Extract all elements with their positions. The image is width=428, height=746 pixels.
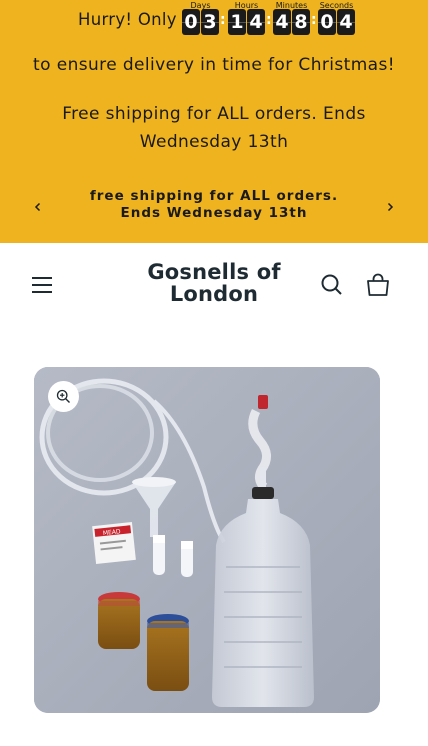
countdown-digit: 1 bbox=[228, 9, 246, 35]
countdown-digit: 4 bbox=[273, 9, 291, 35]
site-header: Gosnells of London bbox=[0, 243, 428, 325]
hamburger-menu-icon bbox=[32, 277, 52, 293]
product-photo: MEAD bbox=[34, 367, 380, 713]
hurry-text: Hurry! Only bbox=[78, 10, 177, 29]
product-image[interactable]: MEAD bbox=[34, 367, 380, 713]
countdown-separator: : bbox=[266, 12, 272, 28]
announcement-bar: free shipping for ALL orders. Ends Wedne… bbox=[0, 183, 428, 229]
announcement-prev-button[interactable] bbox=[28, 197, 48, 217]
promo-banner: Hurry! Only Days 0 3 : Hours 1 4 : Minut… bbox=[0, 0, 428, 243]
countdown-hours: Hours 1 4 bbox=[228, 0, 265, 36]
countdown-digit: 4 bbox=[337, 9, 355, 35]
countdown-days: Days 0 3 bbox=[182, 0, 219, 36]
cart-button[interactable] bbox=[364, 271, 392, 299]
menu-button[interactable] bbox=[28, 271, 56, 299]
search-button[interactable] bbox=[318, 271, 346, 299]
countdown-digit: 0 bbox=[318, 9, 336, 35]
countdown-digit: 0 bbox=[182, 9, 200, 35]
announcement-next-button[interactable] bbox=[380, 197, 400, 217]
countdown-minutes: Minutes 4 8 bbox=[273, 0, 310, 36]
chevron-left-icon bbox=[34, 202, 41, 212]
cart-icon bbox=[367, 273, 389, 296]
countdown-separator: : bbox=[311, 12, 317, 28]
site-logo[interactable]: Gosnells of London bbox=[124, 261, 304, 305]
zoom-in-icon bbox=[56, 389, 70, 403]
search-icon bbox=[321, 274, 342, 295]
zoom-button[interactable] bbox=[48, 381, 79, 412]
countdown-digit: 3 bbox=[201, 9, 219, 35]
countdown-separator: : bbox=[220, 12, 226, 28]
countdown-seconds: Seconds 0 4 bbox=[318, 0, 355, 36]
countdown-digit: 4 bbox=[247, 9, 265, 35]
promo-delivery-text: to ensure delivery in time for Christmas… bbox=[33, 55, 395, 75]
announcement-text: free shipping for ALL orders. Ends Wedne… bbox=[89, 188, 339, 221]
countdown-row: Hurry! Only Days 0 3 : Hours 1 4 : Minut… bbox=[0, 0, 428, 40]
chevron-right-icon bbox=[387, 202, 394, 212]
promo-shipping-text: Free shipping for ALL orders. Ends Wedne… bbox=[62, 104, 366, 152]
countdown-digit: 8 bbox=[292, 9, 310, 35]
